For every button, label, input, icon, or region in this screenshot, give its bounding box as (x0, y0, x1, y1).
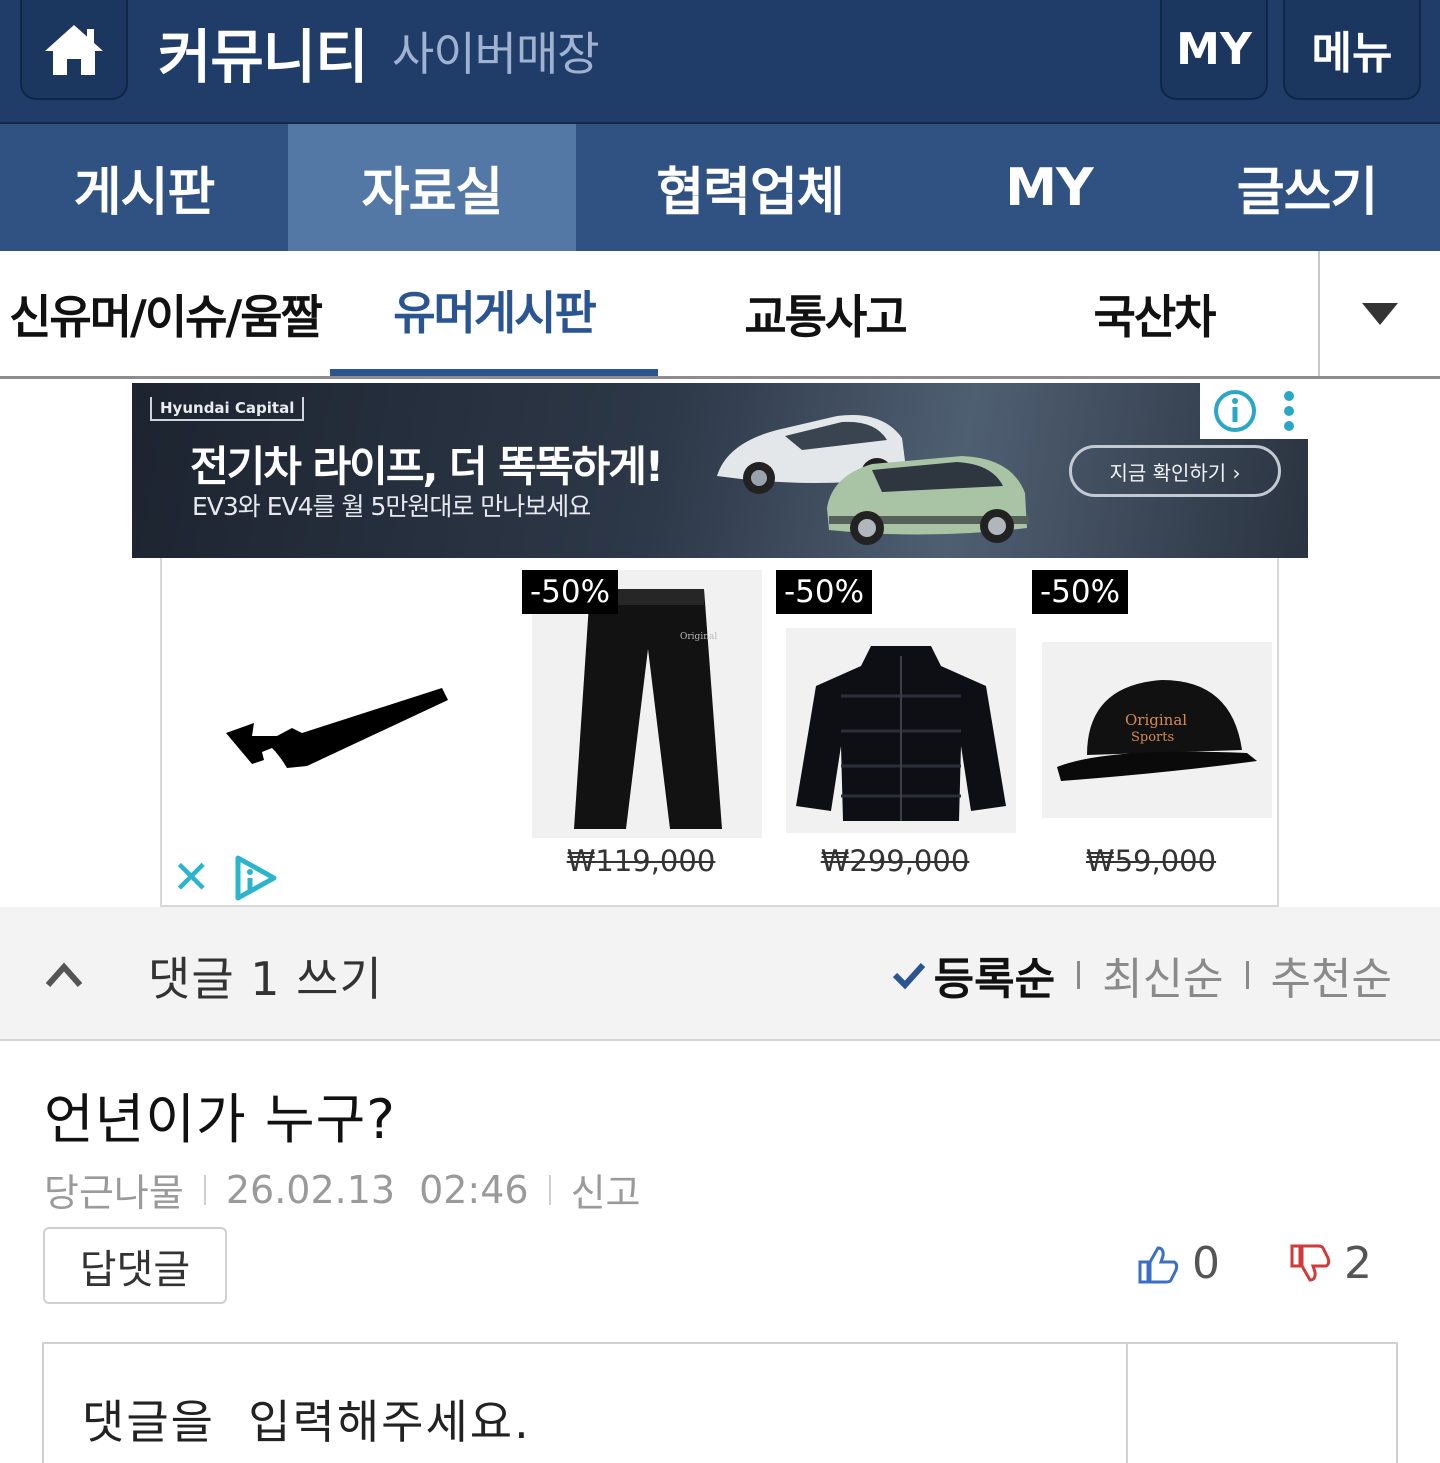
product-price: ₩59,000 (1085, 844, 1217, 878)
discount-badge: -50% (776, 570, 873, 614)
comment-meta: 당근나물 26.02.13 02:46 신고 (44, 1162, 641, 1217)
top-header: 커뮤니티 사이버매장 MY 메뉴 (0, 0, 1440, 124)
comment-textarea[interactable] (44, 1344, 1128, 1463)
tab-write[interactable]: 글쓰기 (1174, 124, 1440, 251)
menu-button[interactable]: 메뉴 (1283, 0, 1421, 100)
sort-recommended[interactable]: 추천순 (1271, 943, 1392, 1007)
dislike-button[interactable]: 2 (1288, 1238, 1372, 1289)
ad-info-controls[interactable] (1200, 383, 1308, 439)
adchoices-icon[interactable] (232, 854, 280, 902)
divider (1245, 961, 1249, 989)
comment-input-box (42, 1342, 1398, 1463)
comment-date: 26.02.13 (225, 1167, 396, 1212)
info-icon[interactable] (1213, 389, 1257, 433)
ad-headline: 전기차 라이프, 더 똑똑하게! (190, 442, 664, 491)
like-count: 0 (1192, 1238, 1220, 1289)
discount-badge: -50% (1032, 570, 1129, 614)
more-options-icon[interactable] (1282, 389, 1296, 433)
sub-nav: 신유머/이슈/움짤 유머게시판 교통사고 국산차 (0, 251, 1440, 379)
product-price: ₩119,000 (566, 844, 716, 878)
divider (203, 1174, 206, 1205)
sort-latest[interactable]: 최신순 (1102, 943, 1223, 1007)
tab-partners[interactable]: 협력업체 (576, 124, 924, 251)
cyber-store-link[interactable]: 사이버매장 (392, 18, 600, 84)
cap-image: Original Sports (1042, 642, 1272, 818)
home-icon (45, 25, 103, 75)
product-price: ₩299,000 (820, 844, 970, 878)
close-icon[interactable]: ✕ (172, 854, 211, 900)
check-icon (892, 962, 925, 990)
subtab-domestic-car[interactable]: 국산차 (990, 251, 1318, 376)
thumbs-down-icon (1290, 1244, 1331, 1282)
site-title[interactable]: 커뮤니티 (158, 10, 368, 94)
brand-logo (226, 688, 448, 768)
ad-cta-button[interactable]: 지금 확인하기 › (1069, 445, 1281, 497)
divider (1077, 961, 1081, 989)
ad-brand: Hyundai Capital (150, 397, 305, 421)
tab-board[interactable]: 게시판 (0, 124, 288, 251)
discount-badge: -50% (522, 570, 619, 614)
puffer-jacket-image (786, 628, 1016, 833)
like-button[interactable]: 0 (1136, 1238, 1220, 1289)
write-comment-link[interactable]: 댓글 1 쓰기 (148, 943, 383, 1009)
collapse-chevron-up-icon[interactable] (44, 959, 84, 989)
home-button[interactable] (20, 0, 128, 100)
my-button[interactable]: MY (1160, 0, 1268, 100)
tab-my[interactable]: MY (924, 124, 1174, 251)
subnav-dropdown-button[interactable] (1318, 251, 1440, 376)
comment-sort-options: 등록순 최신순 추천순 (892, 943, 1392, 1007)
sort-registered[interactable]: 등록순 (934, 943, 1055, 1007)
subtab-new-humor[interactable]: 신유머/이슈/움짤 (0, 251, 330, 376)
banner-ad[interactable]: Hyundai Capital 전기차 라이프, 더 똑똑하게! EV3와 EV… (132, 383, 1308, 558)
comment-time: 02:46 (419, 1167, 529, 1212)
ad-subline: EV3와 EV4를 월 5만원대로 만나보세요 (192, 492, 591, 521)
thumbs-up-icon (1138, 1245, 1179, 1283)
comment-text: 언년이가 누구? (44, 1088, 396, 1151)
divider (548, 1174, 551, 1205)
dislike-count: 2 (1344, 1238, 1372, 1289)
tab-archive[interactable]: 자료실 (288, 124, 576, 251)
comments-bar: 댓글 1 쓰기 등록순 최신순 추천순 (0, 907, 1440, 1041)
car-image (717, 414, 1029, 545)
report-link[interactable]: 신고 (571, 1162, 641, 1217)
subtab-humor-board[interactable]: 유머게시판 (330, 251, 658, 376)
reply-button[interactable]: 답댓글 (43, 1227, 227, 1304)
caret-down-icon (1362, 302, 1398, 325)
svg-text:Sports: Sports (1131, 730, 1174, 745)
subtab-traffic-accident[interactable]: 교통사고 (660, 251, 990, 376)
svg-text:Original: Original (680, 632, 717, 642)
main-nav: 게시판 자료실 협력업체 MY 글쓰기 (0, 124, 1440, 251)
comment-author[interactable]: 당근나물 (44, 1162, 184, 1217)
svg-text:Original: Original (1125, 711, 1187, 729)
product-ad[interactable]: -50% Original ₩119,000 -50% ₩299,000 -50… (160, 558, 1279, 907)
